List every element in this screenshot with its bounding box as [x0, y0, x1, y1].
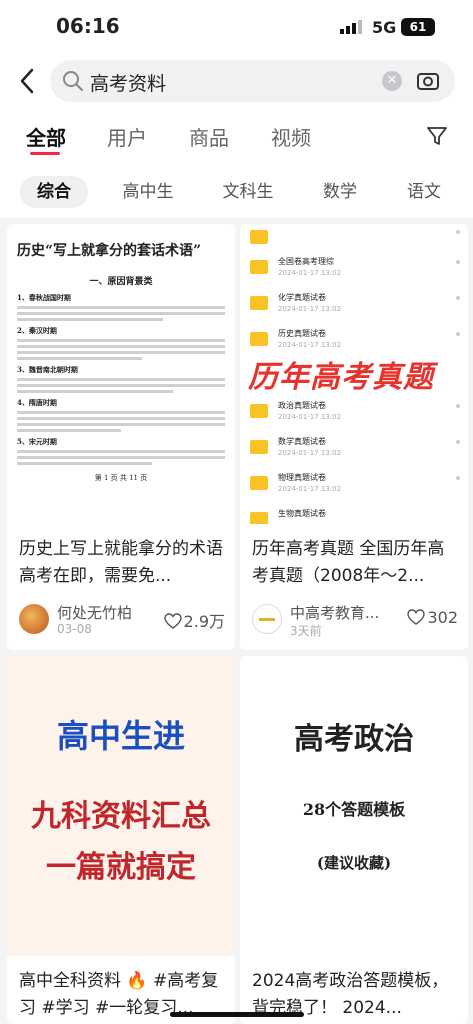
- chip-comprehensive[interactable]: 综合: [20, 176, 88, 208]
- doc-section: 5、宋元时期: [17, 437, 57, 446]
- note-card[interactable]: 高中生进 九科资料汇总 一篇就搞定 高中全科资料 🔥 #高考复习 #学习 #一轮…: [7, 656, 235, 1024]
- folder-row: 物理真题试卷 2024-01-17 13:02: [250, 472, 460, 508]
- poster-line: 九科资料汇总: [31, 799, 211, 834]
- folder-row: 政治真题试卷 2024-01-17 13:02: [250, 400, 460, 436]
- doc-section: 3、魏晋南北朝时期: [17, 365, 78, 374]
- folder-row: 化学真题试卷 2024-01-17 13:02: [250, 292, 460, 328]
- network-label: 5G: [372, 18, 397, 37]
- chip-math[interactable]: 数学: [320, 176, 360, 208]
- heart-icon: [407, 609, 426, 625]
- folder-icon: [250, 230, 268, 244]
- status-bar: 06:16 5G 61: [0, 0, 473, 56]
- tab-all[interactable]: 全部: [26, 122, 66, 151]
- search-header: 高考资料 ✕: [0, 56, 473, 108]
- like-count: 302: [427, 608, 458, 627]
- cover-overlay-text: 历年高考真题: [248, 360, 434, 395]
- poster-line: (建议收藏): [316, 854, 392, 872]
- folder-icon: [250, 440, 268, 454]
- poster-headline: 高中生进: [56, 717, 185, 755]
- author-name[interactable]: 中高考教育...: [290, 602, 385, 623]
- folder-icon: [250, 476, 268, 490]
- note-card[interactable]: 全国卷高考理综 2024-01-17 13:02 化学真题试卷 2024-01-…: [240, 224, 468, 650]
- folder-icon: [250, 296, 268, 310]
- battery-icon: 61: [401, 18, 435, 36]
- note-meta: 何处无竹柏 03-08 2.9万: [19, 602, 225, 642]
- like-count: 2.9万: [183, 612, 225, 631]
- active-tab-indicator: [30, 152, 60, 155]
- chip-liberal-arts[interactable]: 文科生: [218, 176, 278, 208]
- folder-row: 数学真题试卷 2024-01-17 13:02: [250, 436, 460, 472]
- tab-products[interactable]: 商品: [189, 122, 229, 151]
- chip-high-school[interactable]: 高中生: [118, 176, 178, 208]
- back-arrow-icon[interactable]: [12, 64, 46, 98]
- note-cover-poster: 高考政治 28个答题模板 (建议收藏): [240, 656, 468, 956]
- heart-icon: [163, 613, 182, 629]
- doc-subtitle: 一、原因背景类: [89, 277, 153, 287]
- post-date: 03-08: [57, 622, 92, 636]
- note-card[interactable]: 高考政治 28个答题模板 (建议收藏) 2024高考政治答题模板，背完稳了！ 2…: [240, 656, 468, 1024]
- result-tabs: 全部 用户 商品 视频: [0, 108, 473, 162]
- note-cover-folders: 全国卷高考理综 2024-01-17 13:02 化学真题试卷 2024-01-…: [240, 224, 468, 524]
- folder-row: 全国卷高考理综 2024-01-17 13:02: [250, 256, 460, 292]
- note-meta: 中高考教育... 3天前 302: [252, 602, 458, 642]
- note-title[interactable]: 历史上写上就能拿分的术语 高考在即，需要免...: [19, 536, 225, 592]
- avatar[interactable]: [19, 604, 49, 634]
- doc-section: 2、秦汉时期: [17, 326, 57, 335]
- clear-icon[interactable]: ✕: [382, 71, 402, 91]
- home-indicator[interactable]: [170, 1012, 304, 1017]
- search-icon: [63, 71, 83, 91]
- doc-section: 4、隋唐时期: [17, 398, 57, 407]
- like-button[interactable]: 2.9万: [163, 608, 225, 632]
- author-name[interactable]: 何处无竹柏: [57, 602, 152, 623]
- signal-icon: [340, 20, 362, 34]
- poster-line: 28个答题模板: [302, 800, 406, 819]
- doc-footer: 第 1 页 共 11 页: [94, 474, 148, 482]
- tab-videos[interactable]: 视频: [271, 122, 311, 151]
- filter-icon[interactable]: [425, 124, 449, 148]
- tab-users[interactable]: 用户: [107, 122, 147, 151]
- status-time: 06:16: [56, 14, 120, 38]
- folder-icon: [250, 332, 268, 346]
- note-card[interactable]: 历史“写上就拿分的套话术语” 一、原因背景类 1、春秋战国时期 2、秦汉时期 3…: [7, 224, 235, 650]
- category-chips: 综合 高中生 文科生 数学 语文: [0, 162, 473, 218]
- search-input[interactable]: 高考资料: [90, 69, 166, 96]
- note-cover-document: 历史“写上就拿分的套话术语” 一、原因背景类 1、春秋战国时期 2、秦汉时期 3…: [7, 224, 235, 524]
- folder-icon: [250, 260, 268, 274]
- poster-line: 一篇就搞定: [46, 850, 196, 885]
- chip-chinese[interactable]: 语文: [404, 176, 444, 208]
- note-title[interactable]: 历年高考真题 全国历年高考真题（2008年～2...: [252, 536, 458, 592]
- folder-icon: [250, 404, 268, 418]
- search-bar[interactable]: 高考资料 ✕: [50, 60, 455, 102]
- note-cover-poster: 高中生进 九科资料汇总 一篇就搞定: [7, 656, 235, 956]
- doc-title: 历史“写上就拿分的套话术语”: [17, 243, 202, 259]
- folder-icon: [250, 512, 268, 524]
- camera-search-icon[interactable]: [415, 68, 441, 94]
- poster-headline: 高考政治: [294, 722, 414, 757]
- doc-section: 1、春秋战国时期: [17, 293, 71, 302]
- like-button[interactable]: 302: [407, 608, 458, 627]
- avatar[interactable]: [252, 604, 282, 634]
- folder-row: 生物真题试卷: [250, 508, 460, 524]
- post-date: 3天前: [290, 624, 322, 638]
